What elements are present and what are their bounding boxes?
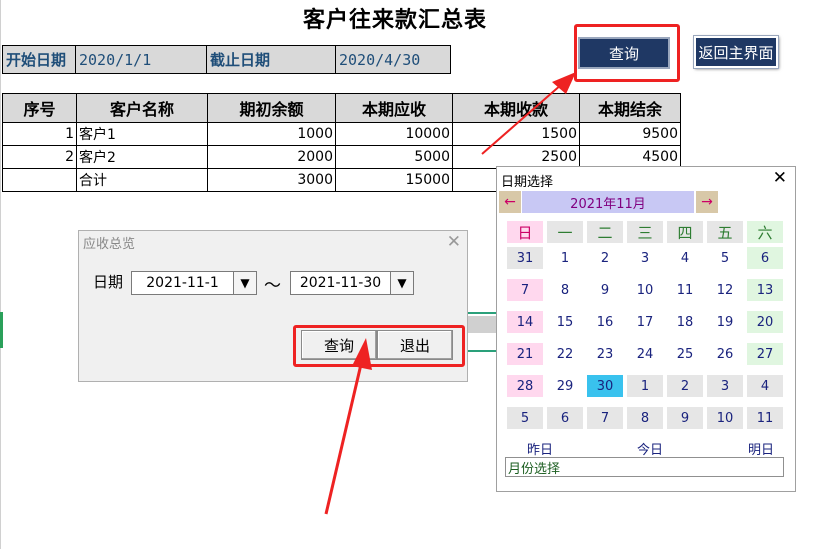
annotation-arrows bbox=[324, 72, 576, 515]
arrowhead-icon bbox=[352, 338, 372, 370]
arrow-line bbox=[481, 83, 563, 155]
arrow-line bbox=[324, 359, 364, 515]
